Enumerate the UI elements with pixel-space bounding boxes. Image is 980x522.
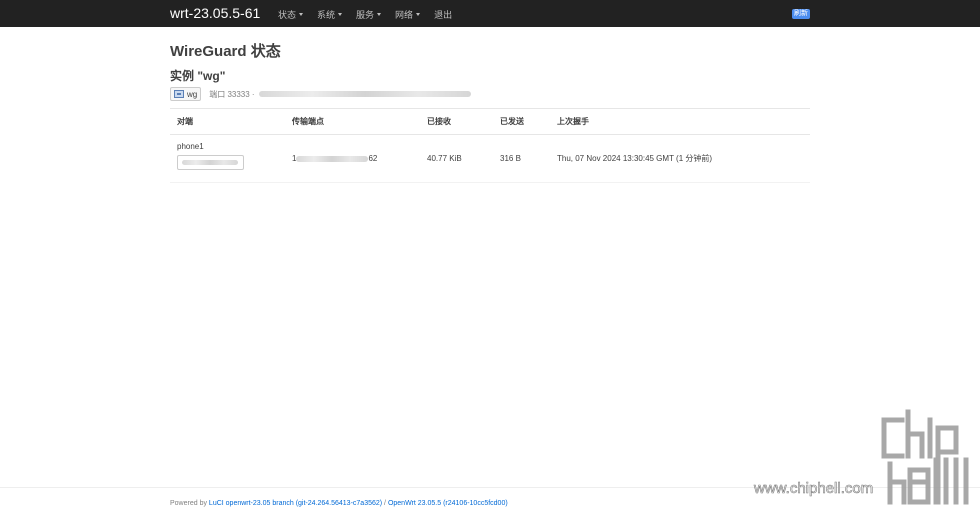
- watermark-url: www.chiphell.com: [753, 480, 873, 497]
- menu-network[interactable]: 网络: [395, 8, 421, 21]
- received-cell: 40.77 KiB: [420, 134, 493, 183]
- col-peer: 对端: [170, 108, 285, 135]
- network-interface-icon: [174, 90, 184, 98]
- page-title: WireGuard 状态: [170, 43, 281, 60]
- menu-system-label: 系统: [317, 10, 336, 20]
- endpoint-cell: 1 62: [285, 134, 420, 183]
- menu-services[interactable]: 服务: [356, 8, 382, 21]
- peer-allowed-ip-badge[interactable]: [177, 154, 244, 170]
- menu-logout-label: 退出: [434, 10, 453, 20]
- handshake-cell: Thu, 07 Nov 2024 13:30:45 GMT (1 分钟前): [550, 134, 810, 183]
- top-navbar: wrt-23.05.5-61 状态 系统 服务 网络 退出 刷新: [0, 0, 980, 27]
- brand-title[interactable]: wrt-23.05.5-61: [170, 5, 260, 21]
- openwrt-link[interactable]: OpenWrt 23.05.5 (r24106-10cc5fcd00): [388, 500, 508, 507]
- col-received: 已接收: [420, 108, 493, 135]
- chiphell-logo-icon: [881, 409, 969, 505]
- peer-name: phone1: [177, 141, 204, 151]
- main-menu: 状态 系统 服务 网络 退出: [278, 8, 466, 21]
- public-key-blurred: [258, 91, 471, 97]
- interface-badge[interactable]: wg: [170, 87, 202, 101]
- table-row: phone1 1 62 40.77 KiB 316 B Thu, 07 Nov 2…: [170, 134, 810, 183]
- col-sent: 已发送: [493, 108, 550, 135]
- menu-services-label: 服务: [356, 10, 375, 20]
- menu-logout[interactable]: 退出: [434, 8, 452, 21]
- chevron-down-icon: [338, 13, 343, 16]
- footer-separator: /: [384, 500, 386, 507]
- chevron-down-icon: [299, 13, 304, 16]
- refresh-button[interactable]: 刷新: [792, 9, 810, 19]
- col-endpoint: 传输端点: [285, 108, 420, 135]
- footer: Powered by LuCI openwrt-23.05 branch (gi…: [170, 500, 508, 507]
- interface-info: wg 端口 33333 ·: [170, 87, 471, 101]
- peers-table: 对端 传输端点 已接收 已发送 上次握手 phone1 1 62 40.77 Ki…: [170, 108, 810, 183]
- endpoint-blurred: [296, 155, 369, 162]
- luci-link[interactable]: LuCI openwrt-23.05 branch (git-24.264.56…: [209, 500, 382, 507]
- footer-prefix: Powered by: [170, 500, 207, 507]
- sent-cell: 316 B: [493, 134, 550, 183]
- menu-network-label: 网络: [395, 10, 414, 20]
- table-header-row: 对端 传输端点 已接收 已发送 上次握手: [170, 108, 810, 135]
- menu-status-label: 状态: [278, 10, 297, 20]
- peer-ip-blurred: [182, 159, 238, 165]
- instance-title: 实例 "wg": [170, 69, 226, 83]
- chevron-down-icon: [377, 13, 382, 16]
- chevron-down-icon: [416, 13, 421, 16]
- col-handshake: 上次握手: [550, 108, 810, 135]
- interface-name: wg: [187, 89, 198, 99]
- menu-status[interactable]: 状态: [278, 8, 304, 21]
- listen-port: 端口 33333 ·: [209, 89, 255, 99]
- menu-system[interactable]: 系统: [317, 8, 343, 21]
- peer-cell: phone1: [170, 134, 285, 183]
- endpoint-end: 62: [368, 154, 378, 163]
- chiphell-watermark: www.chiphell.com: [753, 409, 969, 505]
